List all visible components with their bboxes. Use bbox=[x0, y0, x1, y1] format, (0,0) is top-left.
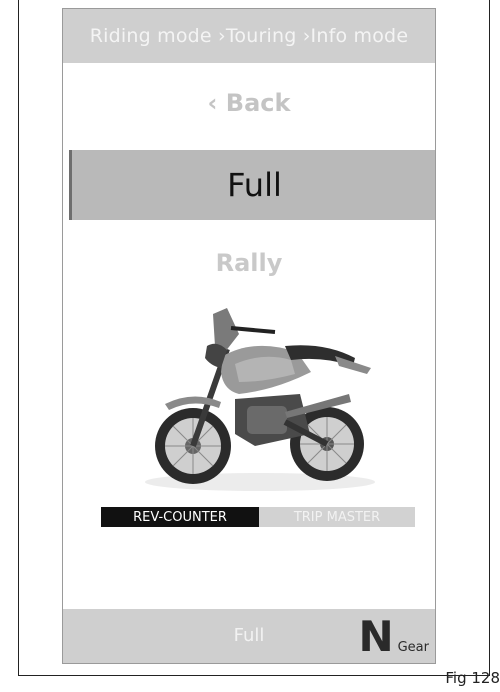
selected-menu-item[interactable]: Full bbox=[69, 150, 435, 220]
next-menu-item[interactable]: Rally bbox=[63, 249, 435, 277]
dashboard-screen: Riding mode ›Touring ›Info mode ‹ Back F… bbox=[62, 8, 436, 664]
display-tabs: REV-COUNTER TRIP MASTER bbox=[101, 507, 415, 527]
figure-caption: Fig 128 bbox=[445, 669, 500, 687]
back-menu-item[interactable]: ‹ Back bbox=[63, 89, 435, 117]
gear-value: N bbox=[358, 612, 394, 661]
motorcycle-image bbox=[145, 308, 375, 491]
gear-indicator: N Gear bbox=[358, 612, 429, 661]
breadcrumb-text: Riding mode ›Touring ›Info mode bbox=[89, 25, 409, 47]
tab-rev-counter[interactable]: REV-COUNTER bbox=[101, 507, 259, 527]
tab-trip-master[interactable]: TRIP MASTER bbox=[259, 507, 415, 527]
gear-label: Gear bbox=[397, 640, 429, 655]
breadcrumb: Riding mode ›Touring ›Info mode bbox=[63, 9, 435, 63]
status-bar: Full N Gear bbox=[63, 609, 435, 663]
selected-menu-label: Full bbox=[227, 166, 282, 204]
